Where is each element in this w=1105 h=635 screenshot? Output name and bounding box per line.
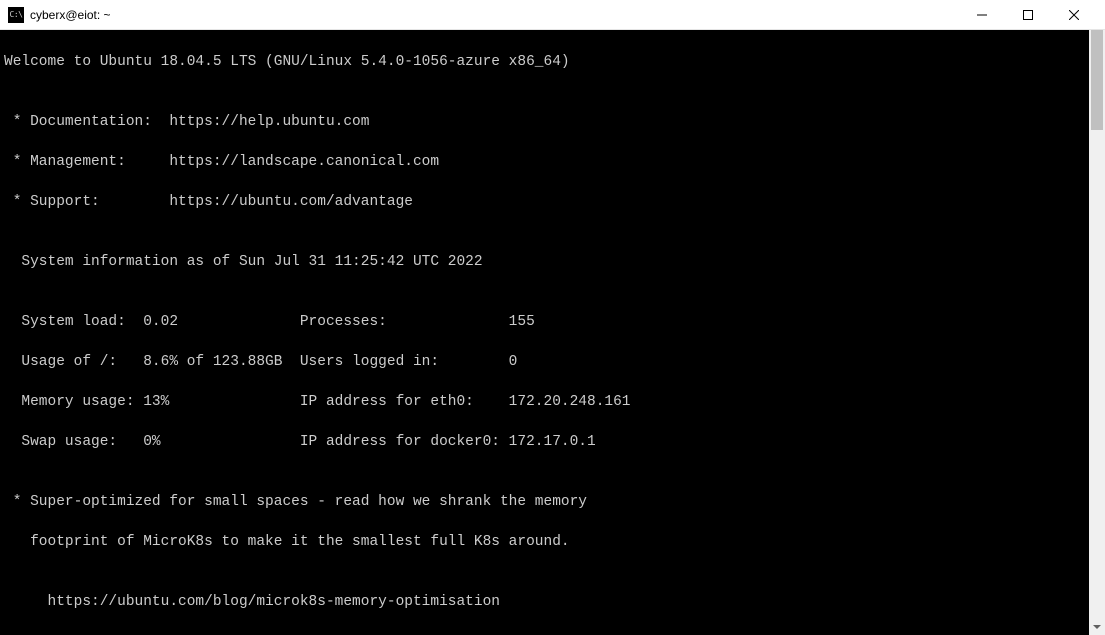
output-line: * Management: https://landscape.canonica… (4, 152, 1103, 172)
titlebar: C:\ cyberx@eiot: ~ (0, 0, 1105, 30)
output-line: System information as of Sun Jul 31 11:2… (4, 252, 1103, 272)
output-line: * Documentation: https://help.ubuntu.com (4, 112, 1103, 132)
output-line: * Super-optimized for small spaces - rea… (4, 492, 1103, 512)
scrollbar[interactable] (1089, 30, 1105, 635)
window-controls (959, 0, 1097, 30)
terminal-app-icon: C:\ (8, 7, 24, 23)
scrollbar-down-arrow[interactable] (1089, 619, 1105, 635)
output-line: Swap usage: 0% IP address for docker0: 1… (4, 432, 1103, 452)
scrollbar-thumb[interactable] (1091, 30, 1103, 130)
window-title: cyberx@eiot: ~ (30, 8, 111, 22)
minimize-button[interactable] (959, 0, 1005, 30)
output-line: Memory usage: 13% IP address for eth0: 1… (4, 392, 1103, 412)
output-line: Usage of /: 8.6% of 123.88GB Users logge… (4, 352, 1103, 372)
output-line: Welcome to Ubuntu 18.04.5 LTS (GNU/Linux… (4, 52, 1103, 72)
output-line: https://ubuntu.com/blog/microk8s-memory-… (4, 592, 1103, 612)
terminal-output[interactable]: Welcome to Ubuntu 18.04.5 LTS (GNU/Linux… (0, 30, 1105, 635)
output-line: footprint of MicroK8s to make it the sma… (4, 532, 1103, 552)
output-line: * Support: https://ubuntu.com/advantage (4, 192, 1103, 212)
close-button[interactable] (1051, 0, 1097, 30)
maximize-button[interactable] (1005, 0, 1051, 30)
output-line: System load: 0.02 Processes: 155 (4, 312, 1103, 332)
